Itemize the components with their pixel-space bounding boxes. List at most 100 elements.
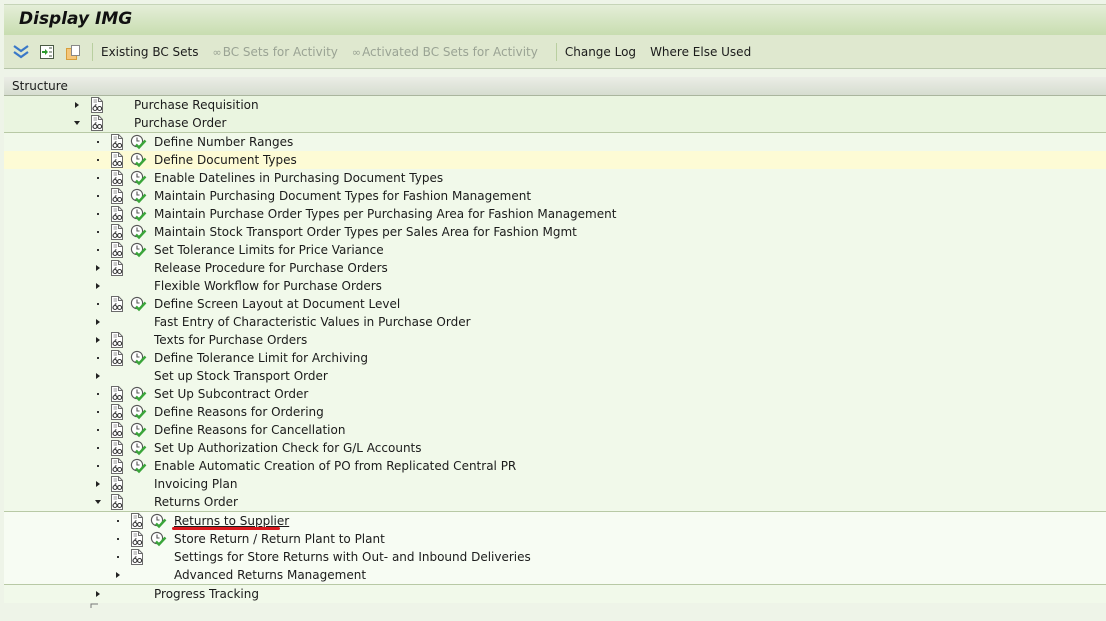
- execute-activity-icon[interactable]: [130, 440, 147, 456]
- execute-activity-icon[interactable]: [130, 152, 147, 168]
- tree-row[interactable]: Enable Automatic Creation of PO from Rep…: [4, 457, 1106, 475]
- tree-row[interactable]: Define Tolerance Limit for Archiving: [4, 349, 1106, 367]
- tree-row[interactable]: Define Number Ranges: [4, 133, 1106, 151]
- documentation-icon[interactable]: [110, 404, 125, 420]
- tree-node-label[interactable]: Progress Tracking: [154, 585, 259, 603]
- documentation-icon[interactable]: [110, 188, 125, 204]
- documentation-icon[interactable]: [110, 476, 125, 492]
- documentation-icon[interactable]: [110, 386, 125, 402]
- documentation-icon[interactable]: [130, 549, 145, 565]
- execute-activity-icon[interactable]: [130, 170, 147, 186]
- tree-node-label[interactable]: Maintain Purchasing Document Types for F…: [154, 187, 531, 205]
- tree-node-label[interactable]: Set Up Subcontract Order: [154, 385, 308, 403]
- tree-node-label[interactable]: Set Tolerance Limits for Price Variance: [154, 241, 384, 259]
- expand-arrow-icon[interactable]: [94, 313, 102, 331]
- bc-sets-for-activity-button[interactable]: ∞BC Sets for Activity: [213, 45, 338, 59]
- tree-row-purchase-requisition[interactable]: Purchase Requisition: [4, 96, 1106, 114]
- tree-row[interactable]: Progress Tracking: [4, 585, 1106, 603]
- tree-row[interactable]: Set Tolerance Limits for Price Variance: [4, 241, 1106, 259]
- documentation-icon[interactable]: [110, 332, 125, 348]
- expand-arrow-icon[interactable]: [94, 331, 102, 349]
- tree-row[interactable]: Maintain Purchase Order Types per Purcha…: [4, 205, 1106, 223]
- execute-activity-icon[interactable]: [130, 458, 147, 474]
- tree-node-label[interactable]: Returns Order: [154, 493, 238, 511]
- collapse-arrow-icon[interactable]: [94, 493, 102, 511]
- execute-activity-icon[interactable]: [130, 422, 147, 438]
- collapse-arrow-icon[interactable]: [73, 114, 81, 132]
- tree-row[interactable]: Flexible Workflow for Purchase Orders: [4, 277, 1106, 295]
- tree-node-label[interactable]: Settings for Store Returns with Out- and…: [174, 548, 531, 566]
- documentation-icon[interactable]: [110, 422, 125, 438]
- execute-activity-icon[interactable]: [130, 188, 147, 204]
- change-log-button[interactable]: Change Log: [565, 45, 636, 59]
- where-else-used-button[interactable]: Where Else Used: [650, 45, 751, 59]
- execute-activity-icon[interactable]: [150, 531, 167, 547]
- tree-row[interactable]: Store Return / Return Plant to Plant: [4, 530, 1106, 548]
- execute-activity-icon[interactable]: [130, 350, 147, 366]
- execute-activity-icon[interactable]: [130, 206, 147, 222]
- tree-row[interactable]: Set Up Authorization Check for G/L Accou…: [4, 439, 1106, 457]
- execute-activity-icon[interactable]: [130, 224, 147, 240]
- tree-node-label[interactable]: Enable Datelines in Purchasing Document …: [154, 169, 443, 187]
- tree-node-label[interactable]: Define Screen Layout at Document Level: [154, 295, 400, 313]
- expand-all-icon[interactable]: [12, 43, 30, 61]
- clipboard-icon[interactable]: [64, 43, 82, 61]
- tree-row[interactable]: Set up Stock Transport Order: [4, 367, 1106, 385]
- documentation-icon[interactable]: [110, 206, 125, 222]
- execute-activity-icon[interactable]: [130, 296, 147, 312]
- tree-row[interactable]: Maintain Stock Transport Order Types per…: [4, 223, 1106, 241]
- execute-activity-icon[interactable]: [130, 404, 147, 420]
- tree-node-label[interactable]: Flexible Workflow for Purchase Orders: [154, 277, 382, 295]
- tree-row[interactable]: Returns to Supplier: [4, 512, 1106, 530]
- tree-node-label[interactable]: Release Procedure for Purchase Orders: [154, 259, 388, 277]
- documentation-icon[interactable]: [110, 224, 125, 240]
- tree-node-label[interactable]: Texts for Purchase Orders: [154, 331, 307, 349]
- activated-bc-sets-button[interactable]: ∞Activated BC Sets for Activity: [352, 45, 538, 59]
- tree-node-label[interactable]: Define Tolerance Limit for Archiving: [154, 349, 368, 367]
- tree-row[interactable]: Set Up Subcontract Order: [4, 385, 1106, 403]
- expand-arrow-icon[interactable]: [94, 585, 102, 603]
- tree-node-label[interactable]: Maintain Stock Transport Order Types per…: [154, 223, 577, 241]
- tree-node-label[interactable]: Set Up Authorization Check for G/L Accou…: [154, 439, 422, 457]
- tree-row[interactable]: Fast Entry of Characteristic Values in P…: [4, 313, 1106, 331]
- tree-node-label[interactable]: Maintain Purchase Order Types per Purcha…: [154, 205, 616, 223]
- execute-activity-icon[interactable]: [150, 513, 167, 529]
- tree-row-purchase-order[interactable]: Purchase Order: [4, 114, 1106, 132]
- tree-node-label[interactable]: Define Reasons for Ordering: [154, 403, 324, 421]
- documentation-icon[interactable]: [130, 513, 145, 529]
- tree-row[interactable]: Advanced Returns Management: [4, 566, 1106, 584]
- documentation-icon[interactable]: [130, 531, 145, 547]
- documentation-icon[interactable]: [90, 97, 105, 113]
- execute-icon[interactable]: [38, 43, 56, 61]
- tree-row[interactable]: Enable Datelines in Purchasing Document …: [4, 169, 1106, 187]
- tree-node-label[interactable]: Define Reasons for Cancellation: [154, 421, 345, 439]
- tree-node-label[interactable]: Purchase Order: [134, 114, 226, 132]
- documentation-icon[interactable]: [110, 440, 125, 456]
- execute-activity-icon[interactable]: [130, 386, 147, 402]
- tree-row[interactable]: Define Screen Layout at Document Level: [4, 295, 1106, 313]
- tree-node-label[interactable]: Define Document Types: [154, 151, 297, 169]
- tree-node-label[interactable]: Purchase Requisition: [134, 96, 259, 114]
- expand-arrow-icon[interactable]: [94, 367, 102, 385]
- documentation-icon[interactable]: [110, 134, 125, 150]
- documentation-icon[interactable]: [110, 260, 125, 276]
- expand-arrow-icon[interactable]: [94, 277, 102, 295]
- execute-activity-icon[interactable]: [130, 242, 147, 258]
- existing-bc-sets-button[interactable]: Existing BC Sets: [101, 45, 199, 59]
- expand-arrow-icon[interactable]: [73, 96, 81, 114]
- tree-row[interactable]: Texts for Purchase Orders: [4, 331, 1106, 349]
- tree-node-label[interactable]: Fast Entry of Characteristic Values in P…: [154, 313, 471, 331]
- documentation-icon[interactable]: [110, 350, 125, 366]
- expand-arrow-icon[interactable]: [94, 475, 102, 493]
- expand-arrow-icon[interactable]: [114, 566, 122, 584]
- tree-row[interactable]: Define Reasons for Cancellation: [4, 421, 1106, 439]
- tree-node-label[interactable]: Set up Stock Transport Order: [154, 367, 328, 385]
- tree-row[interactable]: Release Procedure for Purchase Orders: [4, 259, 1106, 277]
- documentation-icon[interactable]: [110, 494, 125, 510]
- tree-row[interactable]: Define Reasons for Ordering: [4, 403, 1106, 421]
- expand-arrow-icon[interactable]: [94, 259, 102, 277]
- tree-node-label[interactable]: Enable Automatic Creation of PO from Rep…: [154, 457, 516, 475]
- tree-row[interactable]: Maintain Purchasing Document Types for F…: [4, 187, 1106, 205]
- documentation-icon[interactable]: [110, 152, 125, 168]
- documentation-icon[interactable]: [110, 242, 125, 258]
